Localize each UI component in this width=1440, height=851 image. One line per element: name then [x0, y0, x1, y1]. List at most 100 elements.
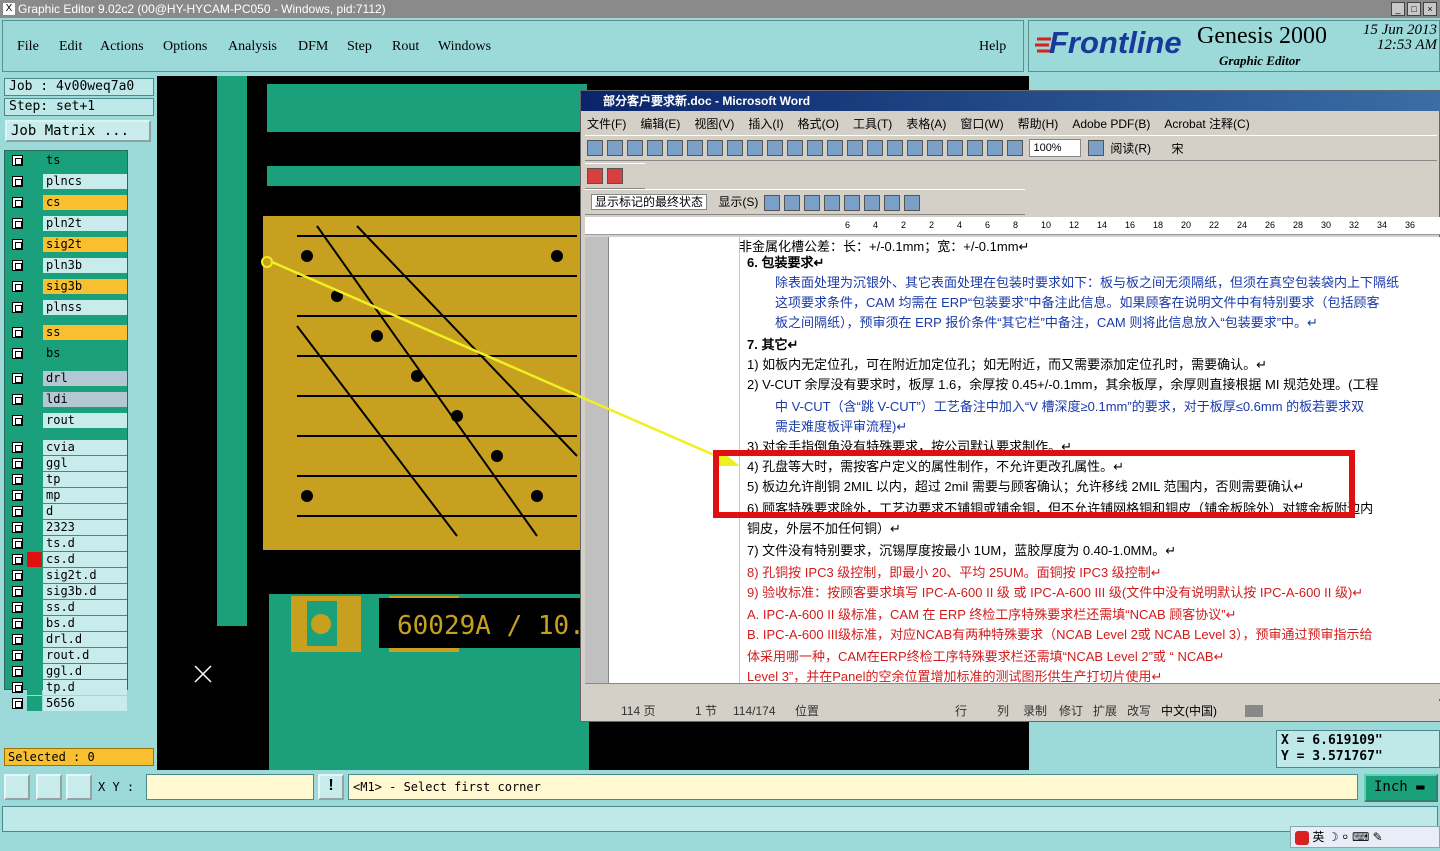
research-icon[interactable] [727, 140, 743, 156]
layer-checkbox[interactable] [12, 570, 23, 581]
layer-name[interactable]: d [43, 504, 127, 519]
layer-checkbox[interactable] [12, 458, 23, 469]
layer-checkbox[interactable] [12, 327, 23, 338]
layer-color-swatch[interactable] [27, 237, 42, 252]
layer-row[interactable]: ldi [7, 392, 127, 407]
layer-row[interactable]: drl.d [7, 632, 127, 647]
layer-row[interactable]: 5656 [7, 696, 127, 711]
layer-checkbox[interactable] [12, 415, 23, 426]
paste-icon[interactable] [787, 140, 803, 156]
sogou-icon[interactable] [1295, 830, 1309, 845]
layer-row[interactable]: ts.d [7, 536, 127, 551]
save-icon[interactable] [627, 140, 643, 156]
bottom-input-bar[interactable] [2, 806, 1438, 832]
help-icon[interactable] [1087, 140, 1104, 156]
layer-checkbox[interactable] [12, 634, 23, 645]
layer-checkbox[interactable] [12, 554, 23, 565]
layer-name[interactable]: sig2t.d [43, 568, 127, 583]
maximize-icon[interactable]: □ [1407, 2, 1421, 16]
layer-row[interactable]: 2323 [7, 520, 127, 535]
layer-color-swatch[interactable] [27, 174, 42, 189]
word-menu-format[interactable]: 格式(O) [798, 113, 839, 135]
layer-row[interactable]: bs [7, 346, 127, 361]
layer-color-swatch[interactable] [27, 648, 42, 663]
menu-file[interactable]: File [17, 39, 39, 55]
layer-color-swatch[interactable] [27, 504, 42, 519]
layer-row[interactable]: pln2t [7, 216, 127, 231]
layer-name[interactable]: rout [43, 413, 127, 428]
print-preview-icon[interactable] [687, 140, 703, 156]
layer-color-swatch[interactable] [27, 392, 42, 407]
layer-name[interactable]: ggl [43, 456, 127, 471]
layer-row[interactable]: d [7, 504, 127, 519]
layer-name[interactable]: sig2t [43, 237, 127, 252]
layer-checkbox[interactable] [12, 394, 23, 405]
alert-icon[interactable]: ! [318, 774, 344, 800]
xy-input[interactable] [146, 774, 314, 800]
layer-name[interactable]: ts [43, 153, 127, 168]
layer-color-swatch[interactable] [27, 552, 42, 567]
show-hide-icon[interactable] [1007, 140, 1023, 156]
track-changes-icon[interactable] [883, 194, 900, 211]
word-menu-help[interactable]: 帮助(H) [1018, 113, 1059, 135]
word-menu-insert[interactable]: 插入(I) [748, 113, 783, 135]
layer-checkbox[interactable] [12, 302, 23, 313]
layer-color-swatch[interactable] [27, 568, 42, 583]
reject-change-icon[interactable] [823, 194, 840, 211]
layer-name[interactable]: ggl.d [43, 664, 127, 679]
layer-name[interactable]: bs [43, 346, 127, 361]
layer-color-swatch[interactable] [27, 325, 42, 340]
document-page[interactable]: 非金属化槽公差：长：+/-0.1mm；宽：+/-0.1mm↵ 6. 包装要求↵ 除表… [609, 237, 1440, 683]
show-markup-button[interactable]: 显示(S) [718, 195, 758, 209]
horizontal-ruler[interactable]: 6 4 2 2 4 6 8 10 12 14 16 18 20 22 24 26 28 30 32 34 36 [585, 217, 1440, 235]
layer-name[interactable]: cs.d [43, 552, 127, 567]
insert-table-icon[interactable] [907, 140, 923, 156]
layer-color-swatch[interactable] [27, 680, 42, 695]
layer-color-swatch[interactable] [27, 616, 42, 631]
layer-row[interactable]: plncs [7, 174, 127, 189]
layer-row[interactable]: bs.d [7, 616, 127, 631]
layer-name[interactable]: ldi [43, 392, 127, 407]
layer-row[interactable]: rout [7, 413, 127, 428]
ime-tools-icon[interactable]: ☽ ⸰ ⌨ ✎ [1328, 830, 1383, 844]
layer-color-swatch[interactable] [27, 536, 42, 551]
layer-checkbox[interactable] [12, 490, 23, 501]
layer-row[interactable]: cvia [7, 440, 127, 455]
word-menu-view[interactable]: 视图(V) [694, 113, 734, 135]
word-menu-window[interactable]: 窗口(W) [960, 113, 1003, 135]
status-rev[interactable]: 修订 [1059, 701, 1083, 721]
word-menu-edit[interactable]: 编辑(E) [640, 113, 680, 135]
menu-actions[interactable]: Actions [100, 39, 144, 55]
ime-language[interactable]: 英 [1312, 830, 1324, 844]
layer-row[interactable]: ss [7, 325, 127, 340]
reading-mode-button[interactable]: 阅读(R) [1110, 142, 1151, 156]
status-ext[interactable]: 扩展 [1093, 701, 1117, 721]
hyperlink-icon[interactable] [867, 140, 883, 156]
word-menu-adobe-pdf[interactable]: Adobe PDF(B) [1072, 113, 1150, 135]
layer-color-swatch[interactable] [27, 488, 42, 503]
cut-icon[interactable] [747, 140, 763, 156]
status-ovr[interactable]: 改写 [1127, 701, 1151, 721]
menu-options[interactable]: Options [163, 39, 207, 55]
layer-color-swatch[interactable] [27, 258, 42, 273]
word-menu-acrobat[interactable]: Acrobat 注释(C) [1164, 113, 1249, 135]
layer-color-swatch[interactable] [27, 520, 42, 535]
layer-row[interactable]: cs.d [7, 552, 127, 567]
format-painter-icon[interactable] [807, 140, 823, 156]
layer-checkbox[interactable] [12, 373, 23, 384]
layer-name[interactable]: bs.d [43, 616, 127, 631]
layer-name[interactable]: drl [43, 371, 127, 386]
layer-checkbox[interactable] [12, 682, 23, 693]
layer-checkbox[interactable] [12, 281, 23, 292]
prev-change-icon[interactable] [763, 194, 780, 211]
word-menu-file[interactable]: 文件(F) [587, 113, 626, 135]
layer-checkbox[interactable] [12, 698, 23, 709]
pdf-email-icon[interactable] [607, 168, 623, 184]
layer-color-swatch[interactable] [27, 413, 42, 428]
layer-name[interactable]: cs [43, 195, 127, 210]
undo-icon[interactable] [827, 140, 843, 156]
layer-checkbox[interactable] [12, 442, 23, 453]
menu-dfm[interactable]: DFM [298, 39, 328, 55]
layer-color-swatch[interactable] [27, 456, 42, 471]
layer-row[interactable]: ss.d [7, 600, 127, 615]
